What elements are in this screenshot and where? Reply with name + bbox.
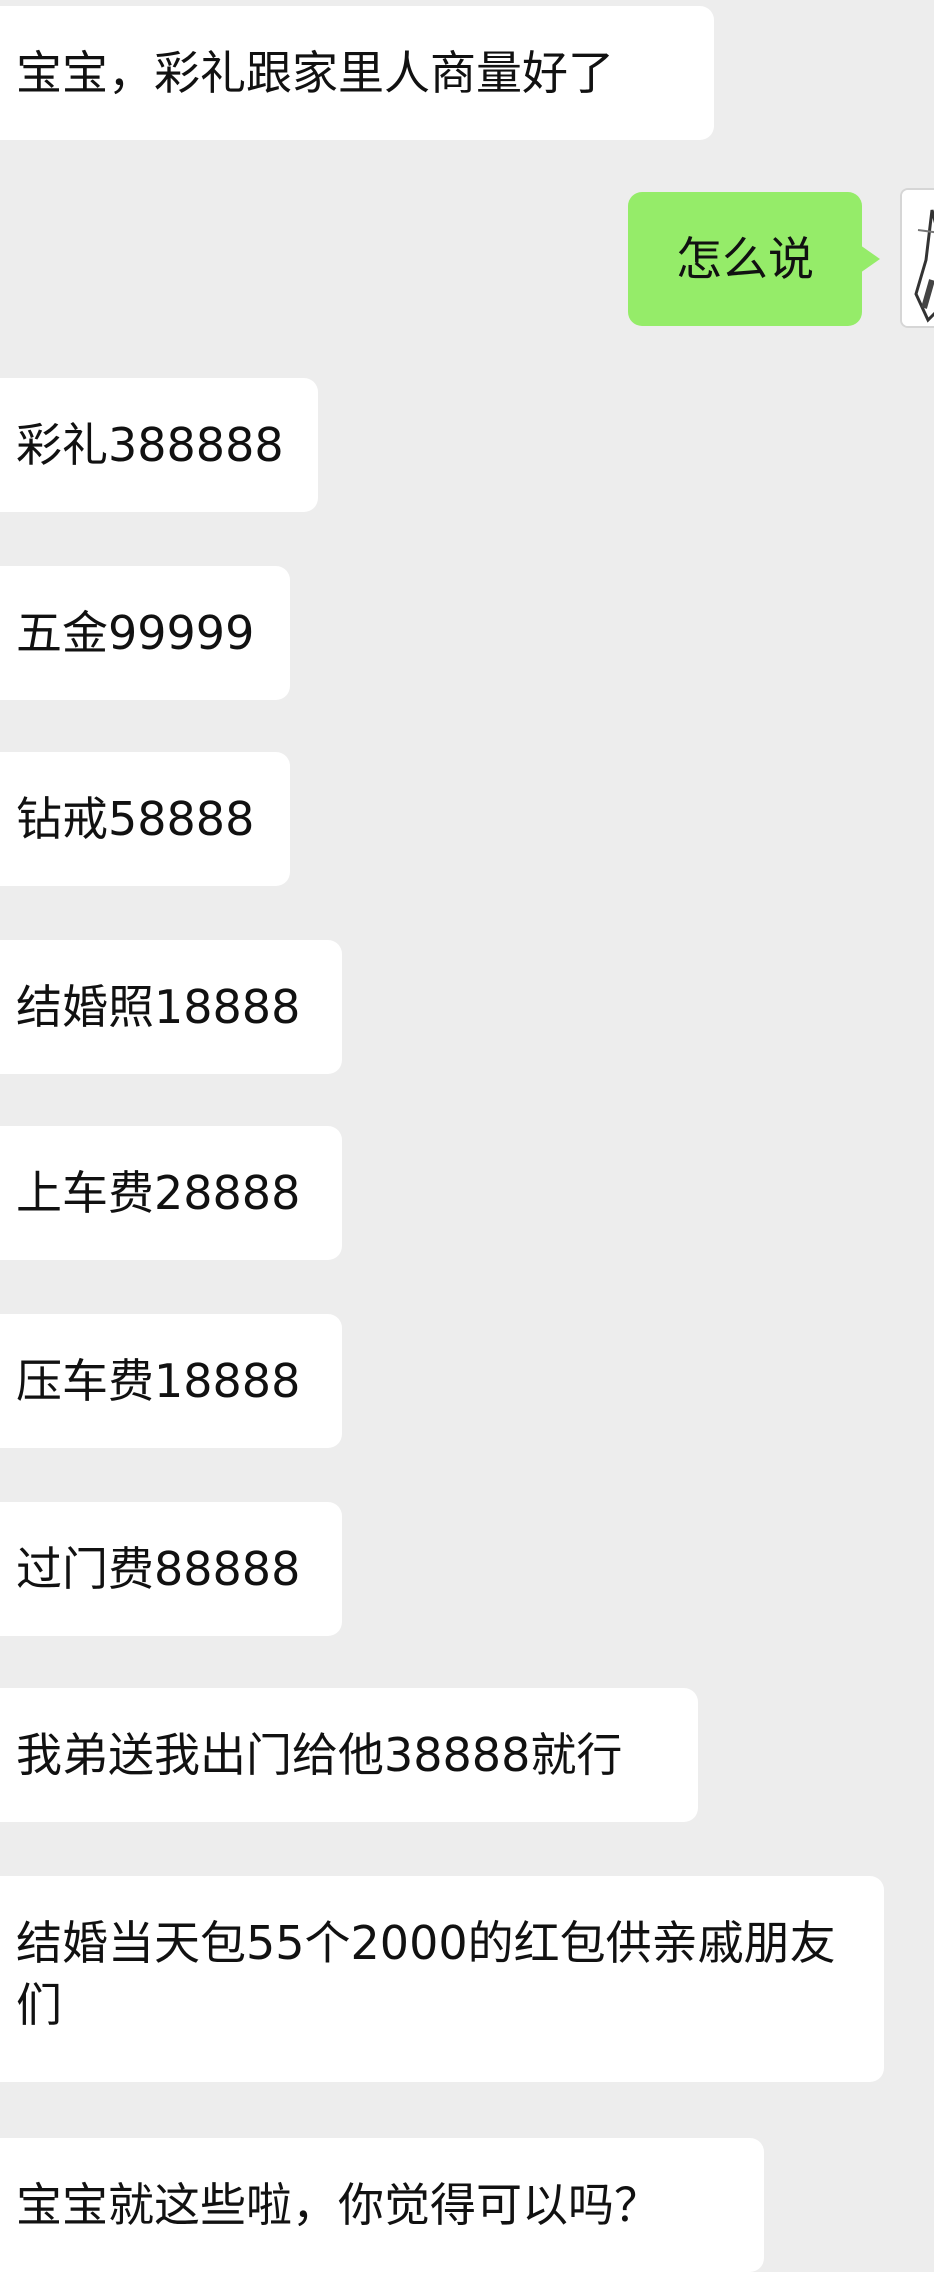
user-avatar[interactable] xyxy=(900,188,934,328)
incoming-message-bubble[interactable]: 我弟送我出门给他38888就行 xyxy=(0,1688,698,1822)
incoming-message-bubble[interactable]: 钻戒58888 xyxy=(0,752,290,886)
incoming-message-bubble[interactable]: 彩礼388888 xyxy=(0,378,318,512)
incoming-message-bubble[interactable]: 上车费28888 xyxy=(0,1126,342,1260)
incoming-message-bubble[interactable]: 五金99999 xyxy=(0,566,290,700)
outgoing-message-bubble[interactable]: 怎么说 xyxy=(628,192,880,326)
incoming-message-bubble[interactable]: 过门费88888 xyxy=(0,1502,342,1636)
incoming-message-bubble[interactable]: 结婚当天包55个2000的红包供亲戚朋友们 xyxy=(0,1876,884,2082)
avatar-sketch-icon xyxy=(902,190,934,326)
incoming-message-bubble[interactable]: 压车费18888 xyxy=(0,1314,342,1448)
incoming-message-bubble[interactable]: 宝宝，彩礼跟家里人商量好了 xyxy=(0,6,714,140)
incoming-message-bubble[interactable]: 宝宝就这些啦，你觉得可以吗？ xyxy=(0,2138,764,2272)
incoming-message-bubble[interactable]: 结婚照18888 xyxy=(0,940,342,1074)
